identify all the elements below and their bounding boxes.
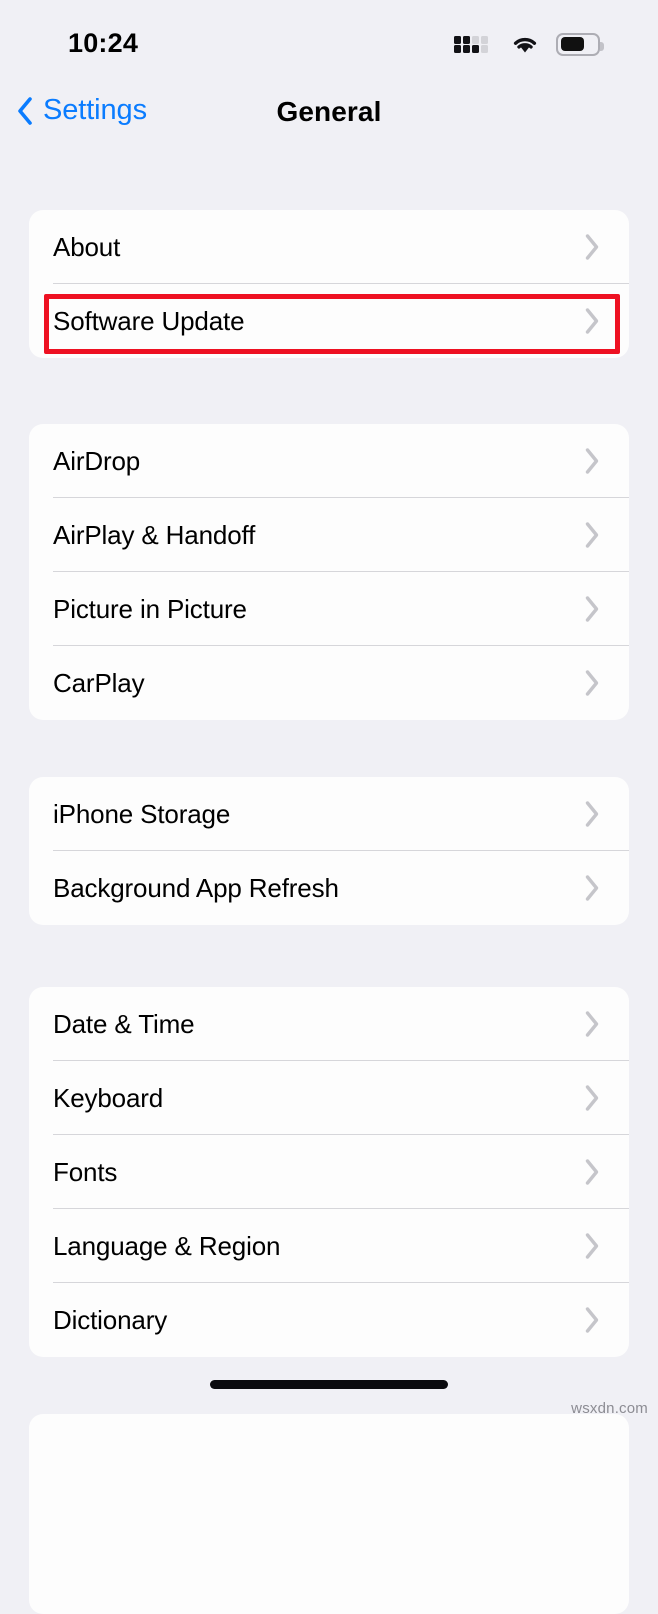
settings-row-label: Software Update [53, 305, 245, 336]
chevron-right-icon [585, 234, 599, 260]
page-title: General [276, 96, 382, 127]
settings-row[interactable]: Software Update [29, 284, 629, 358]
group-storage: iPhone Storage Background App Refresh [29, 777, 629, 925]
settings-row-label: About [53, 231, 121, 262]
battery-icon [556, 32, 604, 56]
settings-row-label: Date & Time [53, 1008, 195, 1039]
settings-row[interactable]: Language & Region [29, 1209, 629, 1283]
wifi-icon [513, 37, 537, 53]
group-connectivity: AirDrop AirPlay & Handoff Picture in Pictu… [29, 424, 629, 720]
navigation-bar: Settings General [0, 78, 658, 164]
settings-row-label: Fonts [53, 1156, 118, 1187]
settings-row-label: Keyboard [53, 1082, 164, 1113]
chevron-right-icon [585, 308, 599, 334]
settings-row-label: AirPlay & Handoff [53, 519, 256, 550]
settings-row[interactable]: AirPlay & Handoff [29, 498, 629, 572]
settings-row[interactable]: Fonts [29, 1135, 629, 1209]
status-bar-time: 10:24 [68, 28, 139, 58]
group-localization: Date & Time Keyboard Fonts Language & Regio… [29, 987, 629, 1357]
settings-row[interactable]: iPhone Storage [29, 777, 629, 851]
chevron-right-icon [585, 522, 599, 548]
settings-row[interactable]: About [29, 210, 629, 284]
chevron-right-icon [585, 875, 599, 901]
home-indicator[interactable] [210, 1380, 448, 1389]
settings-row[interactable]: CarPlay [29, 646, 629, 720]
chevron-right-icon [585, 1307, 599, 1333]
chevron-right-icon [585, 1011, 599, 1037]
settings-row[interactable]: Picture in Picture [29, 572, 629, 646]
settings-list[interactable]: About Software Update AirDrop AirPlay & Han… [0, 164, 658, 1614]
status-bar: 10:24 [0, 0, 658, 78]
chevron-right-icon [585, 448, 599, 474]
chevron-right-icon [585, 1159, 599, 1185]
settings-row-label: Dictionary [53, 1304, 168, 1335]
settings-row-label: iPhone Storage [53, 798, 231, 829]
settings-row-label: Language & Region [53, 1230, 281, 1261]
chevron-right-icon [585, 670, 599, 696]
settings-row[interactable]: Dictionary [29, 1283, 629, 1357]
settings-row-label: Picture in Picture [53, 593, 247, 624]
group-partial-bottom [29, 1414, 629, 1614]
settings-row-label: CarPlay [53, 667, 145, 698]
battery-fill [560, 37, 584, 51]
settings-row-label: AirDrop [53, 445, 141, 476]
chevron-right-icon [585, 596, 599, 622]
chevron-right-icon [585, 1233, 599, 1259]
status-bar-icons [454, 30, 604, 58]
settings-row[interactable]: Background App Refresh [29, 851, 629, 925]
settings-row[interactable]: Keyboard [29, 1061, 629, 1135]
chevron-right-icon [585, 801, 599, 827]
group-system: About Software Update [29, 210, 629, 358]
cellular-signal-icon [454, 36, 488, 53]
settings-row-label: Background App Refresh [53, 872, 339, 903]
settings-row[interactable]: Date & Time [29, 987, 629, 1061]
settings-row[interactable]: AirDrop [29, 424, 629, 498]
watermark: wsxdn.com [571, 1400, 648, 1417]
chevron-right-icon [585, 1085, 599, 1111]
